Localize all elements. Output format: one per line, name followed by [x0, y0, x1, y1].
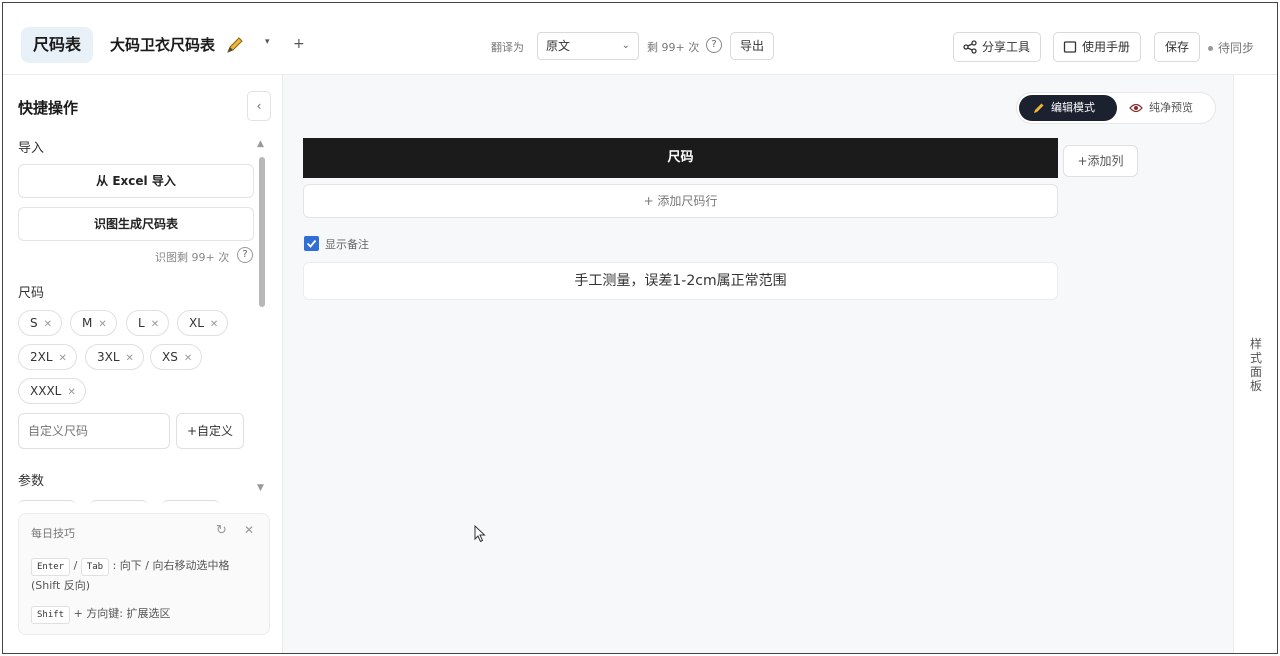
style-panel-label[interactable]: 样式面板 [1250, 337, 1264, 393]
remove-icon[interactable]: ✕ [151, 319, 159, 330]
import-section-label: 导入 [18, 141, 45, 156]
tip-line: Shift + 方向键: 扩展选区 [31, 604, 266, 624]
add-tab-icon[interactable]: + [293, 36, 305, 52]
mode-switch: 编辑模式 纯净预览 [1016, 92, 1216, 124]
check-icon [306, 239, 317, 248]
kbd-enter: Enter [31, 558, 71, 576]
params-section-label: 参数 [18, 474, 45, 489]
remove-icon[interactable]: ✕ [210, 319, 218, 330]
recognize-image-button[interactable]: 识图生成尺码表 [18, 207, 254, 241]
eye-icon [1129, 103, 1143, 113]
app-logo[interactable]: 尺码表 [21, 27, 94, 63]
size-chip-label: M [82, 316, 93, 330]
recognize-remaining: 识图剩 99+ 次 [155, 251, 230, 264]
size-chip-label: 2XL [30, 350, 53, 364]
preview-mode-button[interactable]: 纯净预览 [1129, 95, 1193, 121]
help-icon[interactable]: ? [706, 37, 722, 53]
size-section-label: 尺码 [18, 286, 45, 301]
book-icon [1063, 41, 1077, 53]
size-chip-label: XS [162, 350, 178, 364]
add-column-button[interactable]: +添加列 [1063, 145, 1138, 177]
share-button[interactable]: 分享工具 [953, 32, 1042, 62]
refresh-icon[interactable]: ↻ [216, 523, 227, 538]
preview-mode-label: 纯净预览 [1149, 101, 1193, 114]
sidebar: 快捷操作 ‹ 导入 从 Excel 导入 识图生成尺码表 识图剩 99+ 次 ?… [3, 75, 283, 653]
size-chip[interactable]: M ✕ [70, 310, 117, 336]
translate-label: 翻译为 [491, 41, 524, 54]
note-text-field[interactable]: 手工测量，误差1-2cm属正常范围 [303, 262, 1058, 300]
pencil-icon [1034, 103, 1044, 113]
collapse-sidebar-button[interactable]: ‹ [247, 91, 271, 121]
sync-status: 待同步 [1208, 39, 1254, 56]
params-list [18, 495, 258, 501]
add-size-row-button[interactable]: + 添加尺码行 [303, 184, 1058, 218]
close-icon[interactable]: ✕ [244, 523, 254, 537]
title-dropdown-icon[interactable]: ▾ [265, 37, 270, 47]
remove-icon[interactable]: ✕ [184, 353, 192, 364]
chevron-down-icon: ⌄ [621, 40, 630, 51]
scroll-up-icon[interactable]: ▲ [257, 139, 264, 149]
manual-button[interactable]: 使用手册 [1053, 32, 1142, 62]
custom-size-input[interactable] [18, 413, 170, 449]
size-chip-label: XXXL [30, 384, 62, 398]
remove-icon[interactable]: ✕ [67, 387, 75, 398]
top-bar: 尺码表 大码卫衣尺码表 ▾ + 翻译为 原文 ⌄ 剩 99+ 次 ? 导出 分享… [3, 3, 1277, 75]
manual-button-label: 使用手册 [1082, 40, 1131, 54]
kbd-shift: Shift [31, 606, 71, 624]
size-chip[interactable]: 2XL ✕ [18, 344, 77, 370]
add-custom-size-button[interactable]: +自定义 [176, 413, 244, 449]
show-notes-label[interactable]: 显示备注 [325, 236, 369, 252]
help-icon[interactable]: ? [237, 247, 253, 263]
scroll-down-icon[interactable]: ▼ [257, 483, 264, 493]
tip-title: 每日技巧 [31, 527, 75, 540]
tip-separator: / [73, 559, 78, 572]
language-select-value: 原文 [546, 39, 571, 53]
export-button[interactable]: 导出 [730, 32, 775, 60]
size-column-header[interactable]: 尺码 [303, 138, 1058, 178]
app-window: 尺码表 大码卫衣尺码表 ▾ + 翻译为 原文 ⌄ 剩 99+ 次 ? 导出 分享… [2, 2, 1278, 654]
import-excel-button[interactable]: 从 Excel 导入 [18, 164, 254, 198]
size-chip[interactable]: XXXL ✕ [18, 378, 86, 404]
document-title[interactable]: 大码卫衣尺码表 [110, 33, 215, 57]
remove-icon[interactable]: ✕ [98, 319, 106, 330]
mouse-cursor-icon [474, 525, 486, 543]
sidebar-title: 快捷操作 [18, 99, 79, 117]
show-notes-checkbox[interactable] [304, 236, 319, 251]
daily-tip-card: 每日技巧 ↻ ✕ Enter / Tab : 向下 / 向右移动选中格 (Shi… [18, 513, 270, 635]
save-button[interactable]: 保存 [1154, 32, 1201, 62]
translate-remaining: 剩 99+ 次 [647, 41, 700, 54]
sidebar-scrollbar[interactable] [259, 157, 265, 307]
sync-dot-icon [1208, 46, 1213, 51]
size-chip[interactable]: 3XL ✕ [85, 344, 144, 370]
size-chip-label: L [138, 316, 145, 330]
edit-mode-label: 编辑模式 [1051, 101, 1095, 114]
remove-icon[interactable]: ✕ [44, 319, 52, 330]
language-select[interactable]: 原文 ⌄ [537, 32, 639, 60]
tip-text: + 方向键: 扩展选区 [73, 607, 171, 620]
editor-canvas: 编辑模式 纯净预览 尺码 +添加列 + 添加尺码行 显示备注 手工测量，误差1-… [284, 75, 1233, 653]
size-chip[interactable]: S ✕ [18, 310, 63, 336]
edit-mode-button[interactable]: 编辑模式 [1019, 95, 1117, 121]
pencil-icon[interactable] [225, 35, 245, 55]
remove-icon[interactable]: ✕ [126, 353, 134, 364]
tip-line: Enter / Tab : 向下 / 向右移动选中格 [31, 556, 266, 576]
share-icon [963, 40, 977, 54]
size-chip-label: S [30, 316, 38, 330]
tip-text: (Shift 反向) [31, 579, 91, 592]
remove-icon[interactable]: ✕ [59, 353, 67, 364]
size-chip-label: 3XL [97, 350, 120, 364]
size-chip[interactable]: XS ✕ [150, 344, 203, 370]
tip-text: : 向下 / 向右移动选中格 [112, 559, 230, 572]
sync-status-text: 待同步 [1218, 41, 1255, 55]
size-chip-label: XL [189, 316, 204, 330]
kbd-tab: Tab [80, 558, 110, 576]
share-button-label: 分享工具 [982, 40, 1031, 54]
tip-line: (Shift 反向) [31, 576, 266, 596]
style-panel-rail[interactable]: 样式面板 [1233, 75, 1277, 653]
size-chip[interactable]: XL ✕ [177, 310, 229, 336]
size-chip[interactable]: L ✕ [126, 310, 170, 336]
